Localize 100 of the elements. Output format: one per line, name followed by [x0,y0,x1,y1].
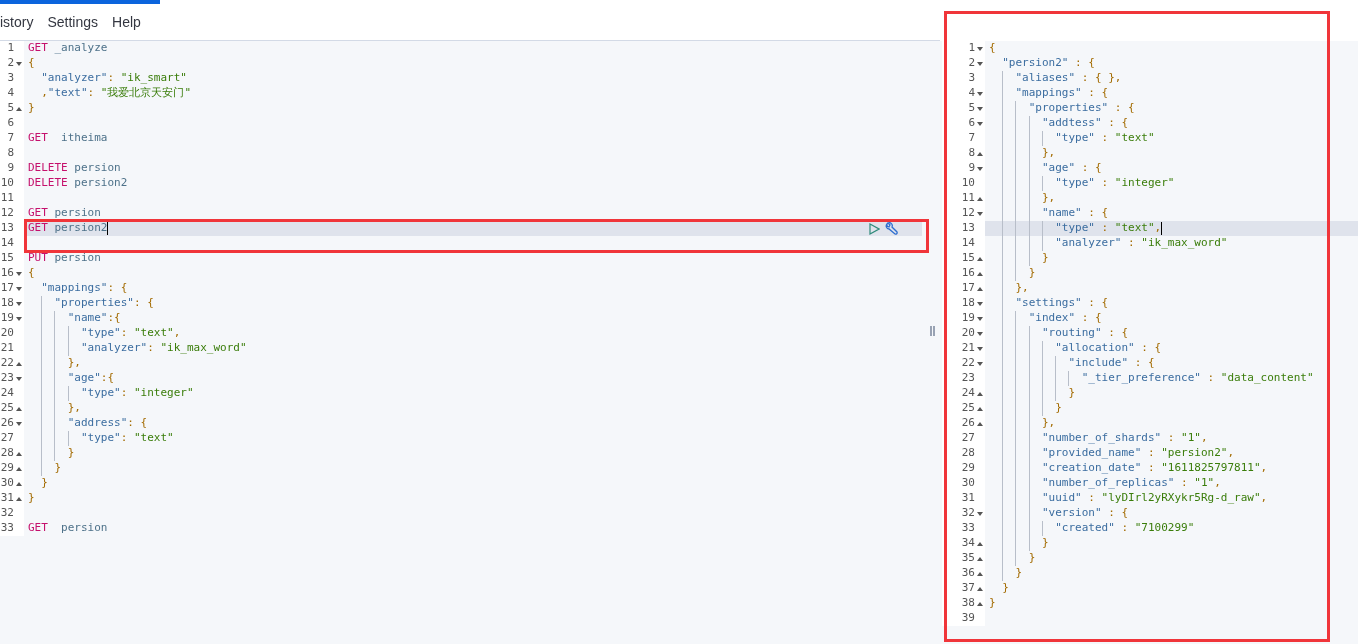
fold-end-icon[interactable] [977,390,983,397]
code-line[interactable]: 26 "address": { [0,416,922,431]
fold-arrow-icon[interactable] [16,285,22,292]
fold-arrow-icon[interactable] [16,420,22,427]
code-line[interactable]: 5 } [0,101,922,116]
code-line[interactable]: 6 [0,116,922,131]
code-line[interactable]: 19 "name":{ [0,311,922,326]
fold-end-icon[interactable] [16,360,22,367]
fold-end-icon[interactable] [977,585,983,592]
fold-arrow-icon[interactable] [977,45,983,52]
code-line[interactable]: 39 [942,611,1358,626]
code-line[interactable]: 25 }, [0,401,922,416]
code-line[interactable]: 8 }, [942,146,1358,161]
fold-end-icon[interactable] [16,105,22,112]
code-line[interactable]: 8 [0,146,922,161]
code-line[interactable]: 28 } [0,446,922,461]
fold-arrow-icon[interactable] [977,210,983,217]
code-line[interactable]: 4 "mappings" : { [942,86,1358,101]
code-line[interactable]: 33 GET persion [0,521,922,536]
code-line[interactable]: 23 "age":{ [0,371,922,386]
fold-arrow-icon[interactable] [16,60,22,67]
menu-item[interactable]: istory [0,11,34,33]
code-line[interactable]: 15 PUT persion [0,251,922,266]
code-line[interactable]: 20 "type": "text", [0,326,922,341]
fold-end-icon[interactable] [977,555,983,562]
code-line[interactable]: 32 [0,506,922,521]
code-line[interactable]: 31 } [0,491,922,506]
code-line[interactable]: 9 DELETE persion [0,161,922,176]
code-line[interactable]: 36 } [942,566,1358,581]
fold-end-icon[interactable] [977,600,983,607]
code-line[interactable]: 30 "number_of_replicas" : "1", [942,476,1358,491]
code-line[interactable]: 28 "provided_name" : "persion2", [942,446,1358,461]
code-line[interactable]: 24 "type": "integer" [0,386,922,401]
code-line[interactable]: 11 [0,191,922,206]
code-line[interactable]: 6 "addtess" : { [942,116,1358,131]
resize-handle[interactable] [929,325,935,336]
fold-arrow-icon[interactable] [977,105,983,112]
code-line[interactable]: 35 } [942,551,1358,566]
code-line[interactable]: 9 "age" : { [942,161,1358,176]
fold-arrow-icon[interactable] [977,315,983,322]
fold-arrow-icon[interactable] [16,375,22,382]
fold-arrow-icon[interactable] [977,165,983,172]
wrench-icon[interactable] [884,221,900,236]
fold-end-icon[interactable] [16,450,22,457]
fold-end-icon[interactable] [977,285,983,292]
code-line[interactable]: 18 "settings" : { [942,296,1358,311]
code-line[interactable]: 16 { [0,266,922,281]
code-line[interactable]: 24 } [942,386,1358,401]
code-line[interactable]: 2 "persion2" : { [942,56,1358,71]
fold-end-icon[interactable] [16,495,22,502]
fold-end-icon[interactable] [16,405,22,412]
fold-arrow-icon[interactable] [977,300,983,307]
code-line[interactable]: 30 } [0,476,922,491]
code-line[interactable]: 32 "version" : { [942,506,1358,521]
code-line[interactable]: 29 } [0,461,922,476]
code-line[interactable]: 2 { [0,56,922,71]
code-line[interactable]: 21 "allocation" : { [942,341,1358,356]
fold-arrow-icon[interactable] [16,270,22,277]
code-line[interactable]: 7 GET itheima [0,131,922,146]
fold-arrow-icon[interactable] [977,510,983,517]
fold-end-icon[interactable] [977,570,983,577]
code-line[interactable]: 5 "properties" : { [942,101,1358,116]
code-line[interactable]: 19 "index" : { [942,311,1358,326]
code-line[interactable]: 14 [0,236,922,251]
code-line[interactable]: 34 } [942,536,1358,551]
code-line[interactable]: 17 }, [942,281,1358,296]
code-line[interactable]: 1 GET _analyze [0,41,922,56]
code-line[interactable]: 27 "type": "text" [0,431,922,446]
fold-arrow-icon[interactable] [977,345,983,352]
code-line[interactable]: 12 "name" : { [942,206,1358,221]
code-line[interactable]: 3 "analyzer": "ik_smart" [0,71,922,86]
code-line[interactable]: 1 { [942,41,1358,56]
fold-end-icon[interactable] [977,405,983,412]
code-line[interactable]: 16 } [942,266,1358,281]
fold-end-icon[interactable] [977,255,983,262]
fold-end-icon[interactable] [977,270,983,277]
fold-arrow-icon[interactable] [977,360,983,367]
code-line[interactable]: 15 } [942,251,1358,266]
code-line[interactable]: 25 } [942,401,1358,416]
fold-end-icon[interactable] [977,195,983,202]
code-line[interactable]: 11 }, [942,191,1358,206]
fold-arrow-icon[interactable] [977,60,983,67]
code-line[interactable]: 26 }, [942,416,1358,431]
fold-arrow-icon[interactable] [977,90,983,97]
code-line[interactable]: 10 DELETE persion2 [0,176,922,191]
code-line[interactable]: 20 "routing" : { [942,326,1358,341]
fold-arrow-icon[interactable] [16,315,22,322]
code-line[interactable]: 21 "analyzer": "ik_max_word" [0,341,922,356]
fold-end-icon[interactable] [977,420,983,427]
fold-end-icon[interactable] [977,540,983,547]
code-line[interactable]: 33 "created" : "7100299" [942,521,1358,536]
code-line[interactable]: 12 GET persion [0,206,922,221]
code-line[interactable]: 23 "_tier_preference" : "data_content" [942,371,1358,386]
fold-end-icon[interactable] [977,150,983,157]
code-line[interactable]: 37 } [942,581,1358,596]
code-line[interactable]: 3 "aliases" : { }, [942,71,1358,86]
fold-end-icon[interactable] [16,465,22,472]
menu-item[interactable]: Settings [47,11,99,33]
code-line[interactable]: 38 } [942,596,1358,611]
code-line[interactable]: 10 "type" : "integer" [942,176,1358,191]
